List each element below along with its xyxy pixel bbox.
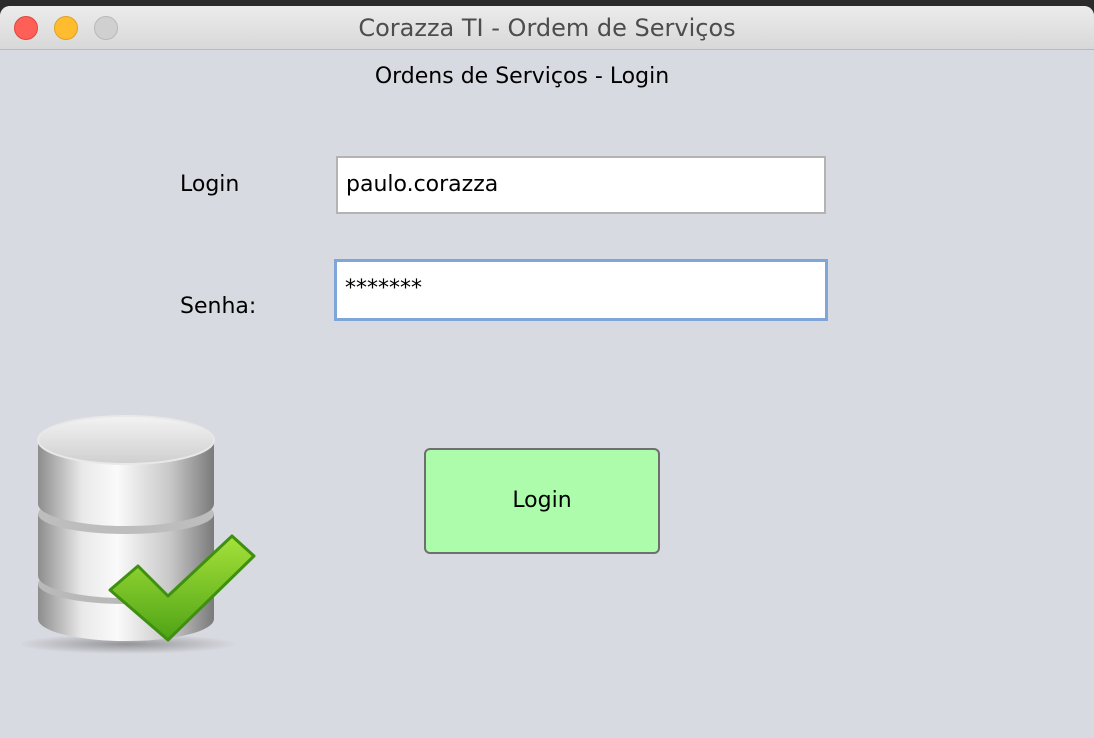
login-panel: Ordens de Serviços - Login Login paulo.c… xyxy=(0,50,1094,738)
app-window: Corazza TI - Ordem de Serviços Ordens de… xyxy=(0,6,1094,738)
login-label: Login xyxy=(180,172,240,197)
title-bar: Corazza TI - Ordem de Serviços xyxy=(0,6,1094,50)
password-input[interactable]: ******* xyxy=(334,259,828,321)
database-check-icon xyxy=(22,415,256,654)
form-heading: Ordens de Serviços - Login xyxy=(374,64,670,89)
login-button[interactable]: Login xyxy=(424,448,660,554)
window-title: Corazza TI - Ordem de Serviços xyxy=(358,14,736,42)
password-label: Senha: xyxy=(180,294,257,319)
login-input[interactable]: paulo.corazza xyxy=(336,156,826,214)
